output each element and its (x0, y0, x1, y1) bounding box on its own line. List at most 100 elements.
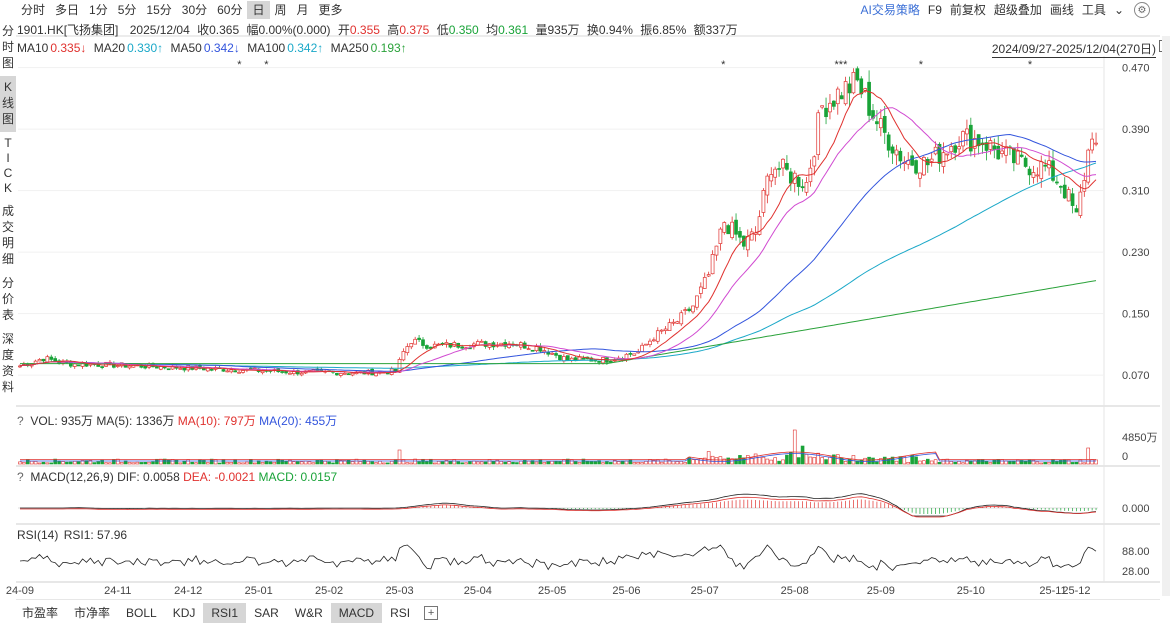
period-tab[interactable]: 15分 (141, 1, 176, 19)
indicator-tab[interactable]: MACD (330, 603, 383, 623)
help-icon[interactable]: ? (17, 470, 27, 484)
candle-body (667, 322, 672, 331)
volume-bar (272, 461, 277, 465)
volume-bar (483, 461, 488, 465)
vertical-scrollbar[interactable] (1162, 36, 1170, 596)
period-tab[interactable]: 1分 (84, 1, 113, 19)
low-price: 0.350 (448, 23, 479, 37)
forward-adjust-button[interactable]: 前复权 (946, 1, 990, 19)
period-tab[interactable]: 多日 (50, 1, 84, 19)
left-tab[interactable]: 分时图 (0, 20, 16, 76)
period-tab[interactable]: 月 (292, 1, 314, 19)
left-tab[interactable]: 深度资料 (0, 328, 16, 400)
volume-bar (225, 461, 230, 465)
super-overlay-button[interactable]: 超级叠加 (990, 1, 1046, 19)
volume-bar (655, 459, 660, 465)
candle-body (225, 370, 230, 373)
candle-body (233, 370, 238, 373)
candle-body (143, 365, 148, 369)
chevron-down-icon[interactable]: ⌄ (1110, 1, 1128, 19)
candle-body (178, 368, 183, 370)
volume-bar (988, 462, 993, 465)
candle-body (608, 360, 613, 363)
volume-bar (781, 459, 785, 465)
indicator-tab[interactable]: RSI1 (203, 603, 247, 623)
settings-icon[interactable]: ⚙ (1134, 2, 1150, 18)
tools-menu-button[interactable]: 工具 (1078, 1, 1110, 19)
indicator-tab[interactable]: BOLL (118, 603, 165, 623)
event-marker: * (1028, 59, 1033, 71)
volume-bar (385, 462, 390, 465)
volume-bar (976, 459, 981, 465)
volume-bar (843, 461, 848, 465)
volume-bar (429, 458, 433, 465)
period-tab[interactable]: 30分 (177, 1, 212, 19)
volume-bar (554, 460, 558, 465)
candle-body (918, 172, 922, 179)
ma10-label: MA10 (17, 41, 49, 55)
period-tab[interactable]: 周 (270, 1, 292, 19)
candle-body (299, 372, 304, 376)
indicator-tab[interactable]: SAR (246, 603, 287, 623)
help-icon[interactable]: ? (17, 414, 27, 428)
stock-chart[interactable]: 0.4700.3900.3100.2300.1500.070* * * *** * *48… (0, 0, 1160, 600)
candle-body (558, 354, 562, 360)
add-indicator-icon[interactable]: + (424, 606, 439, 620)
left-tab[interactable]: 分价表 (0, 272, 16, 328)
candle-body (957, 146, 961, 150)
volume-bar (151, 461, 155, 465)
indicator-tab[interactable]: 市盈率 (14, 603, 66, 623)
left-tab[interactable]: TICK (0, 132, 16, 200)
volume-bar (440, 461, 445, 465)
ai-strategy-button[interactable]: AI交易策略 (857, 1, 924, 19)
volume-bar (980, 459, 985, 465)
period-tab[interactable]: 更多 (314, 1, 348, 19)
volume-bar (894, 460, 899, 465)
volume-bar (61, 461, 65, 465)
period-tab[interactable]: 60分 (212, 1, 247, 19)
left-tab[interactable]: K线图 (0, 76, 16, 132)
period-selector: 分时 多日 1分 5分 15分 30分 60分日周月更多 (16, 1, 348, 19)
date-range[interactable]: 2024/09/27-2025/12/04(270日) (991, 40, 1156, 58)
rsi-tick-label: 88.00 (1122, 546, 1150, 558)
event-marker: * (237, 59, 242, 71)
period-tab[interactable]: 日 (247, 1, 270, 19)
volume-bar (350, 461, 355, 465)
candle-body (542, 350, 547, 353)
volume-bar (323, 460, 327, 465)
rsi-tick-label: 28.00 (1122, 566, 1150, 578)
volume-bar (170, 459, 175, 465)
indicator-tab[interactable]: 市净率 (66, 603, 118, 623)
period-tab[interactable]: 分时 (16, 1, 50, 19)
volume-bar (671, 460, 676, 465)
indicator-tab[interactable]: RSI (382, 603, 418, 623)
draw-line-button[interactable]: 画线 (1046, 1, 1078, 19)
volume-bar (808, 456, 813, 465)
candle-body (659, 329, 664, 332)
candle-body (1055, 181, 1059, 184)
volume-bar (925, 458, 930, 465)
f9-button[interactable]: F9 (924, 1, 946, 19)
avg-price: 0.361 (498, 23, 529, 37)
candle-body (288, 372, 292, 375)
volume-bar (307, 461, 312, 465)
stock-code-name: 1901.HK[飞扬集团] (17, 23, 119, 37)
volume-bar (155, 458, 159, 465)
left-tab[interactable]: 成交明细 (0, 200, 16, 272)
candle-body (460, 346, 464, 349)
candle-body (260, 370, 265, 374)
volume-bar (1039, 462, 1044, 465)
volume-tick-label: 0 (1122, 451, 1128, 463)
ma10-line (19, 90, 1097, 374)
macd-header: ? MACD(12,26,9) DIF: 0.0058 DEA: -0.0021… (17, 470, 337, 484)
volume-bar (538, 459, 543, 465)
volume-bar (796, 457, 801, 465)
period-tab[interactable]: 5分 (113, 1, 142, 19)
volume-bar (37, 462, 42, 465)
volume-bar (753, 453, 758, 465)
volume-bar (217, 462, 222, 465)
indicator-tab[interactable]: W&R (287, 603, 331, 623)
volume-bar (816, 452, 821, 465)
indicator-tab[interactable]: KDJ (165, 603, 204, 623)
candle-body (115, 365, 120, 367)
